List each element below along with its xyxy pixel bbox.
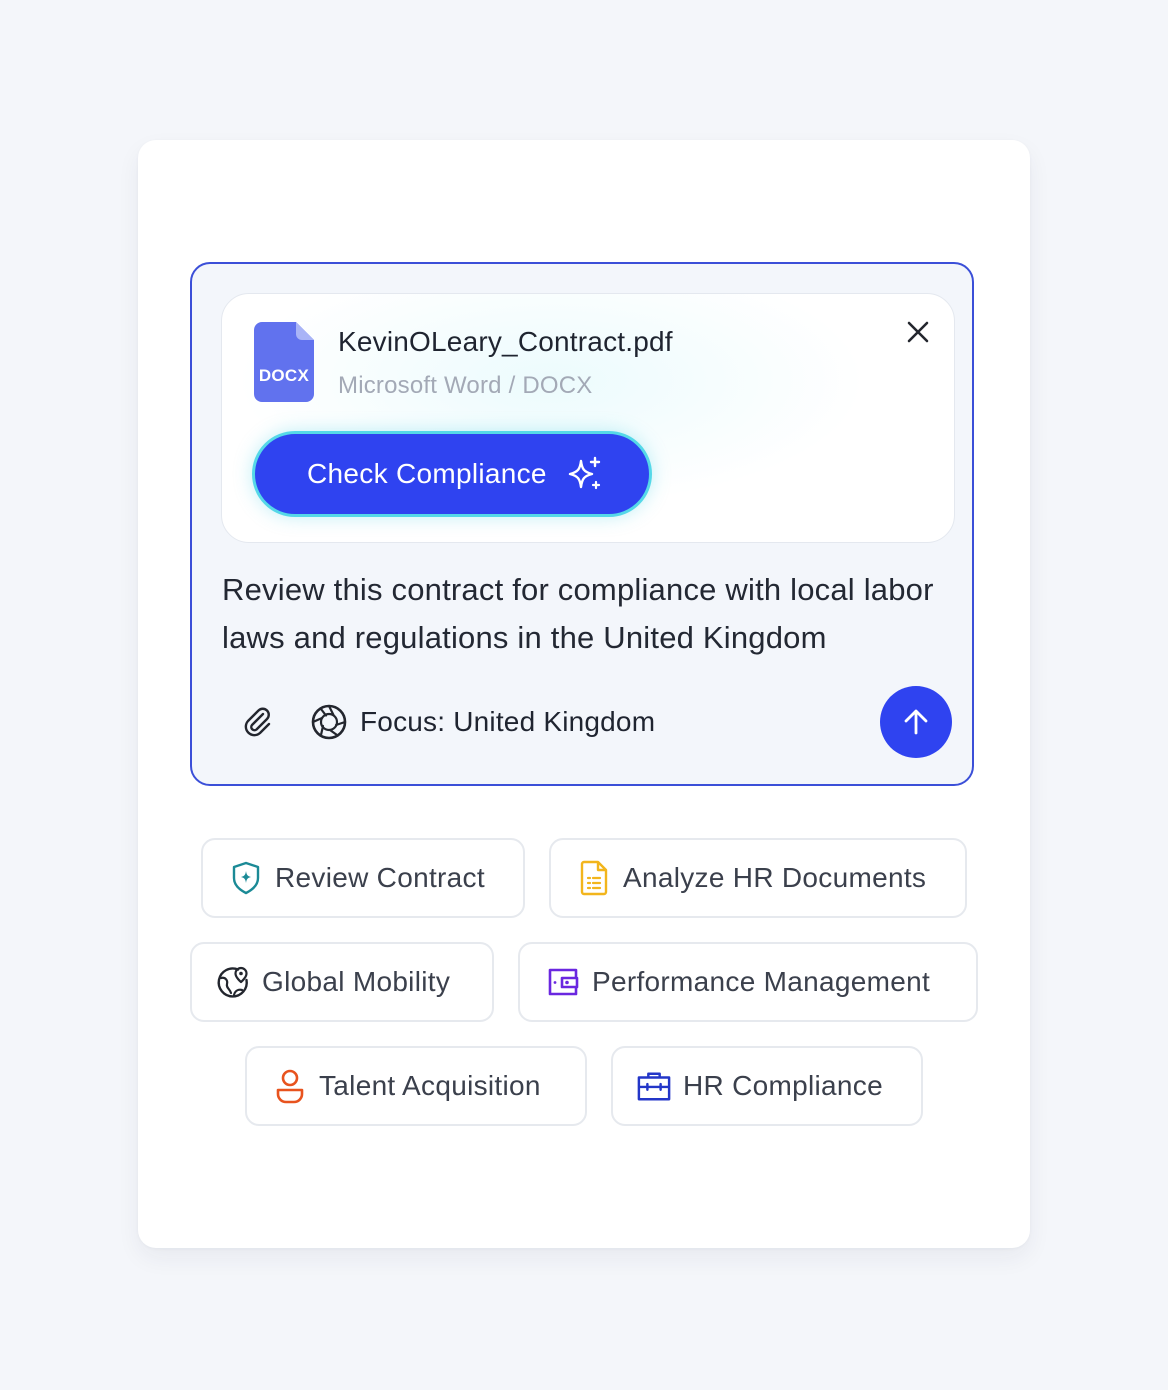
suggestion-review-contract[interactable]: Review Contract <box>201 838 525 918</box>
main-card: DOCX KevinOLeary_Contract.pdf Microsoft … <box>138 140 1030 1248</box>
suggestion-label: Global Mobility <box>262 966 451 997</box>
wallet-icon <box>546 965 580 999</box>
briefcase-icon <box>637 1069 671 1103</box>
suggestion-label: Analyze HR Documents <box>623 862 927 893</box>
suggestion-label: Talent Acquisition <box>319 1070 541 1101</box>
focus-selector[interactable]: Focus: United Kingdom <box>310 702 655 742</box>
file-name: KevinOLeary_Contract.pdf <box>338 326 673 357</box>
file-type: Microsoft Word / DOCX <box>338 372 593 399</box>
docx-file-icon: DOCX <box>254 322 314 402</box>
remove-attachment-button[interactable] <box>902 316 934 348</box>
suggestion-talent-acquisition[interactable]: Talent Acquisition <box>245 1046 587 1126</box>
shield-sparkle-icon <box>229 861 263 895</box>
check-compliance-label: Check Compliance <box>307 458 547 489</box>
aperture-icon <box>311 704 347 740</box>
sparkle-icon <box>567 456 603 492</box>
user-icon <box>273 1069 307 1104</box>
close-icon <box>907 321 929 343</box>
prompt-composer: DOCX KevinOLeary_Contract.pdf Microsoft … <box>190 262 974 786</box>
file-attachment-card: DOCX KevinOLeary_Contract.pdf Microsoft … <box>221 293 955 543</box>
focus-label: Focus: United Kingdom <box>360 706 656 737</box>
suggestion-analyze-hr-documents[interactable]: Analyze HR Documents <box>549 838 967 918</box>
suggestion-global-mobility[interactable]: Global Mobility <box>190 942 494 1022</box>
suggestion-label: HR Compliance <box>683 1070 883 1101</box>
document-icon <box>577 860 611 896</box>
send-button[interactable] <box>880 686 952 758</box>
paperclip-icon <box>244 707 271 737</box>
check-compliance-button[interactable]: Check Compliance <box>252 431 652 517</box>
arrow-up-icon <box>904 709 928 735</box>
prompt-input[interactable]: Review this contract for compliance with… <box>222 566 962 662</box>
suggestion-performance-management[interactable]: Performance Management <box>518 942 978 1022</box>
file-badge-label: DOCX <box>258 366 310 385</box>
globe-pin-icon <box>216 965 250 999</box>
attach-file-button[interactable] <box>238 702 278 742</box>
suggestion-hr-compliance[interactable]: HR Compliance <box>611 1046 923 1126</box>
suggestion-label: Performance Management <box>592 966 931 997</box>
suggestion-label: Review Contract <box>275 862 485 893</box>
